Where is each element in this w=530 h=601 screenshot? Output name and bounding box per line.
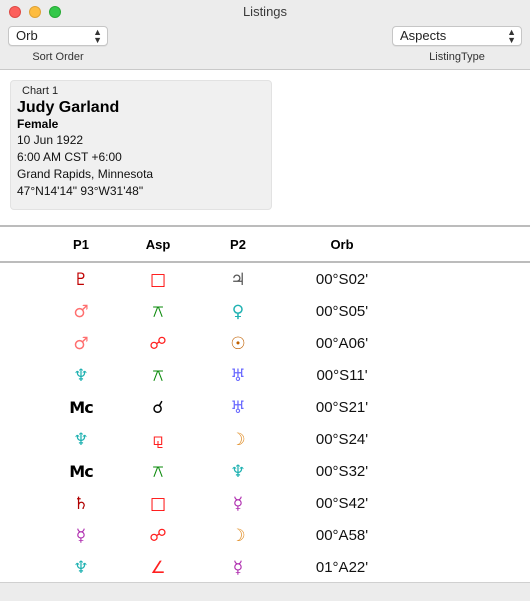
orb-value: 00°S21' bbox=[315, 399, 369, 416]
p1-glyph: ☿ bbox=[75, 526, 87, 546]
orb-value: 00°S32' bbox=[315, 463, 369, 480]
chart-coordinates: 47°N14'14" 93°W31'48" bbox=[17, 184, 144, 198]
listing-type-popup[interactable]: Aspects ▲ ▼ bbox=[392, 26, 522, 46]
column-header-asp[interactable]: Asp bbox=[128, 237, 188, 252]
bottom-bar bbox=[0, 582, 530, 601]
p2-glyph: ☿ bbox=[232, 558, 244, 578]
window-title: Listings bbox=[242, 4, 288, 19]
p2-glyph: ☽ bbox=[230, 526, 246, 546]
p1-glyph: ♆ bbox=[73, 430, 89, 450]
column-header-p1[interactable]: P1 bbox=[51, 237, 111, 252]
orb-value: 00°S11' bbox=[316, 367, 368, 384]
title-bar: Listings bbox=[0, 0, 530, 24]
table-row[interactable]: Mc ☌ ♅ 00°S21' bbox=[0, 396, 530, 428]
p2-glyph: ♀ bbox=[231, 302, 245, 322]
p2-glyph: ☉ bbox=[230, 334, 246, 354]
column-header-orb[interactable]: Orb bbox=[312, 237, 372, 252]
header-divider-top bbox=[0, 225, 530, 227]
header-divider-bottom bbox=[0, 261, 530, 263]
p1-glyph: Mc bbox=[69, 398, 93, 417]
aspect-glyph: ☍ bbox=[149, 526, 167, 546]
chart-time: 6:00 AM CST +6:00 bbox=[17, 150, 122, 164]
orb-value: 00°S05' bbox=[315, 303, 369, 320]
listings-window: Listings Orb ▲ ▼ Sort Order Aspects ▲ ▼ Li… bbox=[0, 0, 530, 601]
p2-glyph: ♅ bbox=[230, 366, 246, 386]
chart-gender: Female bbox=[17, 117, 59, 131]
sort-order-value: Orb bbox=[16, 28, 38, 43]
table-row[interactable]: ♂ ⚻ ♀ 00°S05' bbox=[0, 300, 530, 332]
aspect-glyph: ☍ bbox=[149, 334, 167, 354]
chart-name: Judy Garland bbox=[17, 99, 120, 116]
aspect-glyph: ⚻ bbox=[152, 462, 164, 482]
orb-value: 00°A58' bbox=[315, 527, 369, 544]
chart-place: Grand Rapids, Minnesota bbox=[17, 167, 154, 181]
p1-glyph: ♂ bbox=[73, 334, 89, 354]
aspect-glyph: ⚼ bbox=[152, 430, 164, 450]
p1-glyph: ♇ bbox=[73, 270, 89, 290]
table-row[interactable]: ♂ ☍ ☉ 00°A06' bbox=[0, 332, 530, 364]
orb-value: 00°S24' bbox=[315, 431, 369, 448]
p1-glyph: ♆ bbox=[73, 558, 89, 578]
orb-value: 00°S02' bbox=[315, 271, 369, 288]
p2-glyph: ♆ bbox=[230, 462, 246, 482]
p1-glyph: ♄ bbox=[73, 494, 89, 514]
chart-info-card: Chart 1 Judy Garland Female 10 Jun 1922 … bbox=[10, 80, 272, 210]
popup-arrows-icon: ▲ ▼ bbox=[93, 27, 102, 45]
table-row[interactable]: ☿ ☍ ☽ 00°A58' bbox=[0, 524, 530, 556]
sort-order-caption: Sort Order bbox=[32, 51, 84, 63]
sort-order-popup[interactable]: Orb ▲ ▼ bbox=[8, 26, 108, 46]
aspect-glyph: □ bbox=[149, 494, 167, 514]
popup-arrows-icon: ▲ ▼ bbox=[507, 27, 516, 45]
p1-glyph: ♂ bbox=[73, 302, 89, 322]
p2-glyph: ♅ bbox=[230, 398, 246, 418]
orb-value: 00°S42' bbox=[315, 495, 369, 512]
p1-glyph: ♆ bbox=[73, 366, 89, 386]
table-row[interactable]: ♄ □ ☿ 00°S42' bbox=[0, 492, 530, 524]
listing-type-value: Aspects bbox=[400, 28, 447, 43]
column-header-p2[interactable]: P2 bbox=[208, 237, 268, 252]
aspect-glyph: □ bbox=[149, 270, 167, 290]
listing-type-caption: ListingType bbox=[429, 51, 485, 63]
listing-content: Chart 1 Judy Garland Female 10 Jun 1922 … bbox=[0, 69, 530, 582]
aspect-glyph: ∠ bbox=[150, 558, 166, 578]
table-row[interactable]: Mc ⚻ ♆ 00°S32' bbox=[0, 460, 530, 492]
aspect-glyph: ☌ bbox=[152, 398, 164, 418]
chart-date: 10 Jun 1922 bbox=[17, 133, 84, 147]
p1-glyph: Mc bbox=[69, 462, 93, 481]
p2-glyph: ☿ bbox=[232, 494, 244, 514]
aspect-glyph: ⚻ bbox=[152, 302, 164, 322]
table-row[interactable]: ♇ □ ♃ 00°S02' bbox=[0, 268, 530, 300]
orb-value: 01°A22' bbox=[315, 559, 369, 576]
orb-value: 00°A06' bbox=[315, 335, 369, 352]
table-row[interactable]: ♆ ⚼ ☽ 00°S24' bbox=[0, 428, 530, 460]
aspect-glyph: ⚻ bbox=[152, 366, 164, 386]
table-row[interactable]: ♆ ⚻ ♅ 00°S11' bbox=[0, 364, 530, 396]
p2-glyph: ♃ bbox=[230, 270, 246, 290]
p2-glyph: ☽ bbox=[230, 430, 246, 450]
chart-header: Chart 1 bbox=[22, 85, 59, 97]
